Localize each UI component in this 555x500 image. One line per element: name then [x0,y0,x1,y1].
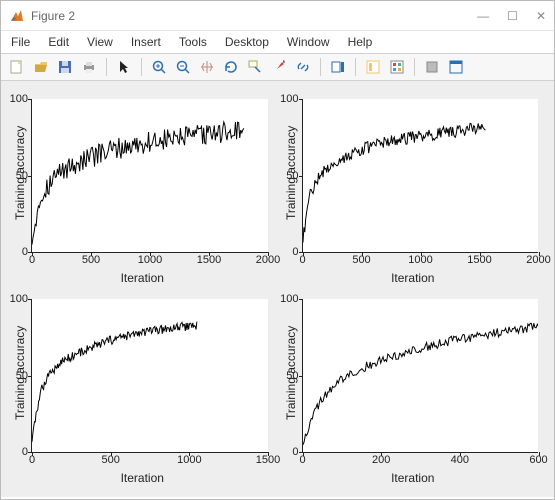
window-title: Figure 2 [31,9,477,23]
axes[interactable]: 0501000200400600 [302,299,539,453]
toolbar-separator [141,58,142,76]
menubar: File Edit View Insert Tools Desktop Wind… [1,31,554,54]
minimize-button[interactable]: — [477,9,489,23]
zoom-in-icon[interactable] [149,57,169,77]
menu-desktop[interactable]: Desktop [225,35,269,49]
legend-icon[interactable] [363,57,383,77]
menu-window[interactable]: Window [287,35,330,49]
toolbar-separator [414,58,415,76]
menu-view[interactable]: View [87,35,113,49]
menu-edit[interactable]: Edit [48,35,69,49]
brush-icon[interactable] [269,57,289,77]
toolbar-separator [355,58,356,76]
subplot-3: Training accuracy 050100050010001500 Ite… [11,293,274,485]
pointer-icon[interactable] [114,57,134,77]
menu-tools[interactable]: Tools [179,35,207,49]
xlabel: Iteration [11,271,274,285]
print-icon[interactable] [79,57,99,77]
ploteditor-icon[interactable] [387,57,407,77]
subplot-1: Training accuracy 0501000500100015002000… [11,93,274,285]
menu-file[interactable]: File [11,35,30,49]
maximize-button[interactable]: ☐ [507,9,518,23]
close-button[interactable]: ✕ [536,9,546,23]
figure-area: Training accuracy 0501000500100015002000… [1,81,554,497]
save-icon[interactable] [55,57,75,77]
pan-icon[interactable] [197,57,217,77]
subplot-2: Training accuracy 0501000500100015002000… [282,93,545,285]
zoom-out-icon[interactable] [173,57,193,77]
xlabel: Iteration [282,271,545,285]
colorbar-icon[interactable] [328,57,348,77]
menu-help[interactable]: Help [348,35,373,49]
subplot-4: Training accuracy 0501000200400600 Itera… [282,293,545,485]
open-icon[interactable] [31,57,51,77]
dock-icon[interactable] [446,57,466,77]
menu-insert[interactable]: Insert [131,35,161,49]
axes[interactable]: 0501000500100015002000 [302,99,539,253]
axes[interactable]: 0501000500100015002000 [31,99,268,253]
matlab-icon [9,8,25,24]
titlebar: Figure 2 — ☐ ✕ [1,1,554,31]
link-icon[interactable] [293,57,313,77]
new-figure-icon[interactable] [7,57,27,77]
axes[interactable]: 050100050010001500 [31,299,268,453]
rotate-icon[interactable] [221,57,241,77]
toolbar [1,54,554,81]
datacursor-icon[interactable] [245,57,265,77]
window-controls: — ☐ ✕ [477,9,546,23]
toolbar-separator [320,58,321,76]
toolbar-separator [106,58,107,76]
xlabel: Iteration [282,471,545,485]
hide-tools-icon[interactable] [422,57,442,77]
xlabel: Iteration [11,471,274,485]
